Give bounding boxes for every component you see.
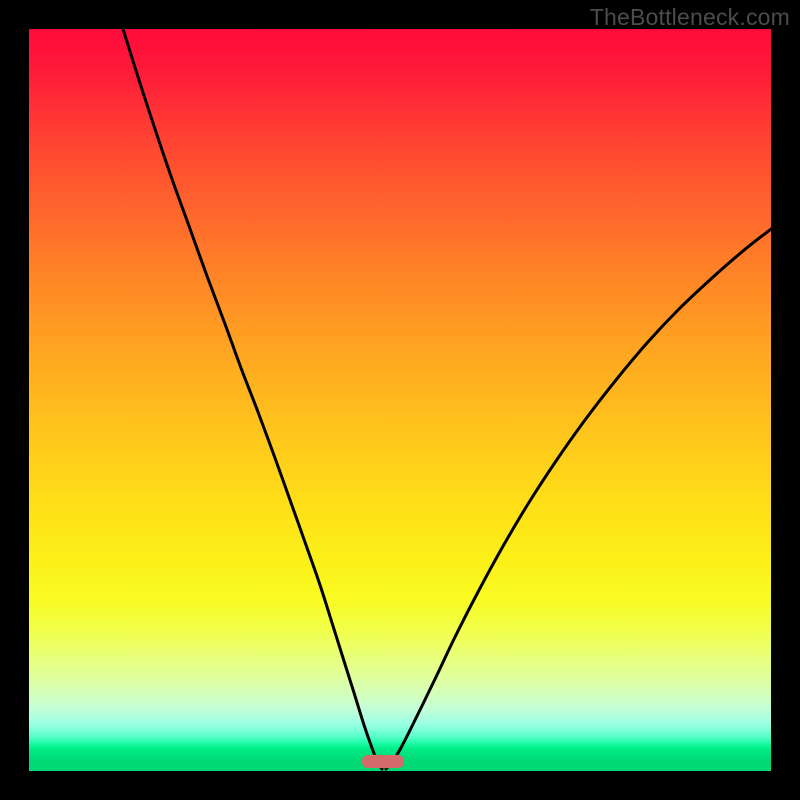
curve-right-branch bbox=[386, 229, 771, 769]
minimum-marker bbox=[362, 755, 404, 768]
curve-left-branch bbox=[123, 29, 382, 769]
chart-frame: TheBottleneck.com bbox=[0, 0, 800, 800]
curve-layer bbox=[29, 29, 771, 771]
watermark-text: TheBottleneck.com bbox=[590, 4, 790, 31]
plot-area bbox=[29, 29, 771, 771]
